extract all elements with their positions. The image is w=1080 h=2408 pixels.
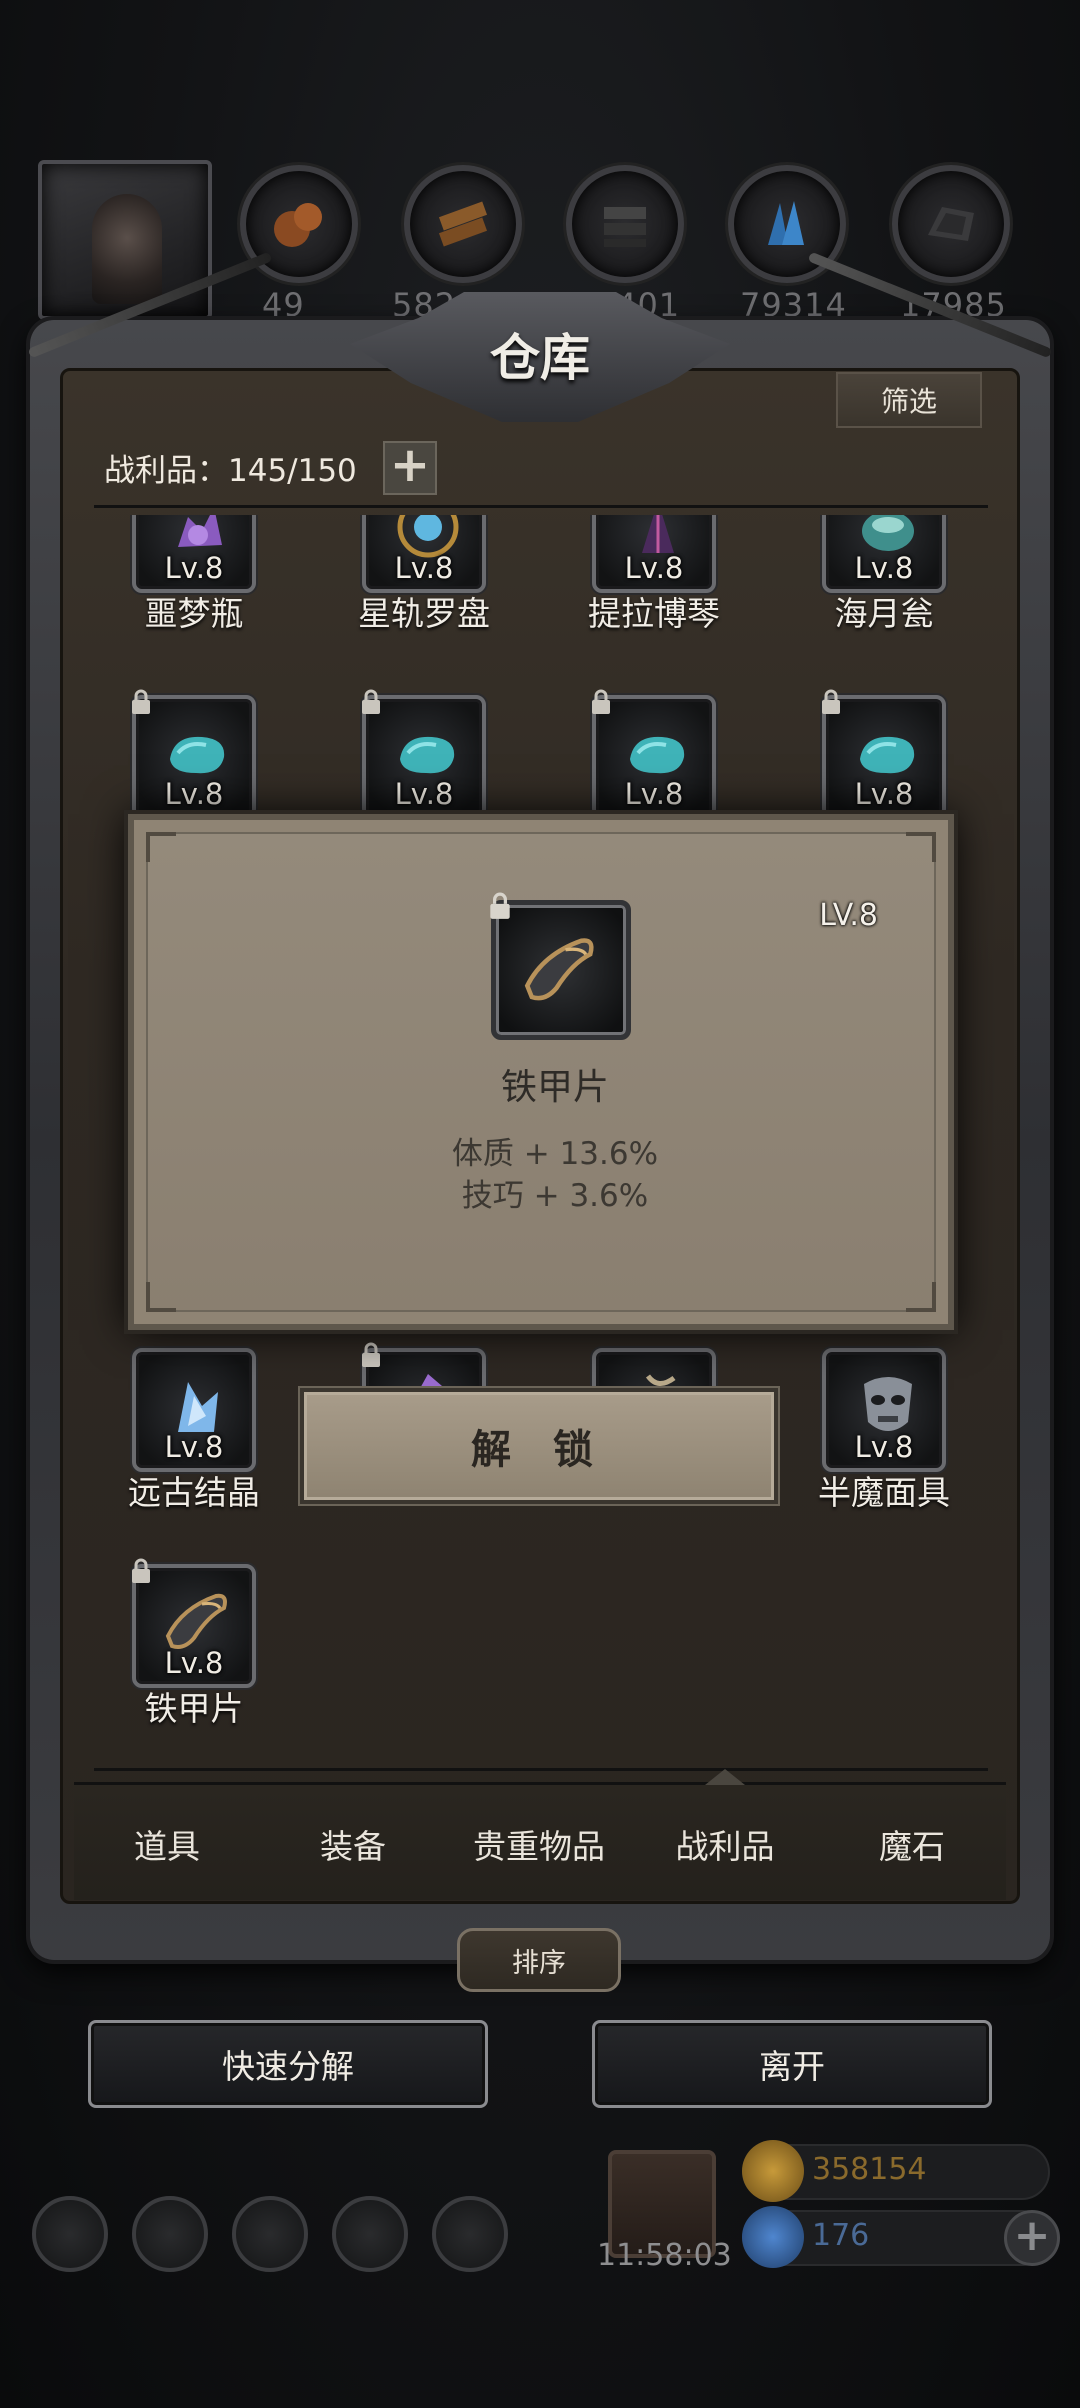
- lock-icon: [362, 1342, 380, 1367]
- item-level: Lv.8: [854, 551, 914, 585]
- mail-icon[interactable]: [332, 2196, 408, 2272]
- tooltip-stat: 技巧 + 3.6%: [461, 1178, 649, 1214]
- settings-icon[interactable]: [32, 2196, 108, 2272]
- item-card[interactable]: Lv.8 噩梦瓶: [94, 515, 294, 659]
- item-name: 星轨罗盘: [358, 594, 490, 633]
- item-name: 铁甲片: [144, 1689, 244, 1728]
- sort-button[interactable]: 排序: [457, 1928, 621, 1992]
- corner-ornament: [146, 832, 176, 862]
- tab-valuables[interactable]: 贵重物品: [446, 1785, 632, 1903]
- gift-timer: 11:58:03: [597, 2238, 732, 2273]
- tab-props[interactable]: 道具: [74, 1785, 260, 1903]
- item-level: Lv.8: [624, 777, 684, 811]
- item-level: Lv.8: [164, 1430, 224, 1464]
- capacity-label: 战利品：145/150: [104, 453, 357, 489]
- tab-magic-stones[interactable]: 魔石: [818, 1785, 1006, 1903]
- lock-icon: [592, 689, 610, 714]
- item-card[interactable]: Lv.8 半魔面具: [784, 1348, 984, 1538]
- item-level: Lv.8: [164, 1646, 224, 1680]
- lock-icon: [132, 1558, 150, 1583]
- gold-value: 358154: [812, 2152, 927, 2187]
- lock-icon: [822, 689, 840, 714]
- hero-face: [92, 194, 162, 304]
- tooltip-panel: LV.8 铁甲片 体质 + 13.6% 技巧 + 3.6%: [146, 832, 936, 1312]
- item-card[interactable]: Lv.8 星轨罗盘: [324, 515, 524, 659]
- hero-portrait[interactable]: [38, 160, 212, 320]
- item-level: Lv.8: [624, 551, 684, 585]
- item-level: Lv.8: [164, 777, 224, 811]
- item-tooltip: LV.8 铁甲片 体质 + 13.6% 技巧 + 3.6%: [128, 814, 954, 1330]
- tooltip-item-slot: [491, 900, 631, 1040]
- unlock-button[interactable]: 解 锁: [300, 1388, 778, 1504]
- gem-icon: [742, 2206, 804, 2268]
- codex-icon[interactable]: [232, 2196, 308, 2272]
- item-card[interactable]: Lv.8 海月瓮: [784, 515, 984, 659]
- item-card[interactable]: Lv.8 铁甲片: [94, 1558, 294, 1754]
- iron-icon[interactable]: [566, 165, 684, 283]
- divider: [94, 505, 988, 508]
- forge-icon[interactable]: [432, 2196, 508, 2272]
- item-level: Lv.8: [394, 551, 454, 585]
- item-name: 噩梦瓶: [144, 594, 244, 633]
- item-level: Lv.8: [854, 777, 914, 811]
- lock-icon: [362, 689, 380, 714]
- category-tabs: 道具 装备 贵重物品 战利品 魔石: [74, 1769, 1006, 1903]
- tooltip-item-name: 铁甲片: [500, 1067, 609, 1108]
- tooltip-level: LV.8: [819, 898, 878, 933]
- armor-plate-icon: [524, 938, 594, 1001]
- item-card[interactable]: Lv.8 远古结晶: [94, 1348, 294, 1538]
- item-name: 半魔面具: [818, 1473, 950, 1512]
- add-gems-button[interactable]: +: [1004, 2210, 1060, 2266]
- gold-coin-icon: [742, 2140, 804, 2202]
- tooltip-stat: 体质 + 13.6%: [451, 1136, 659, 1172]
- quick-decompose-button[interactable]: 快速分解: [88, 2020, 488, 2108]
- lock-icon: [490, 892, 510, 919]
- wood-icon[interactable]: [404, 165, 522, 283]
- item-level: Lv.8: [394, 777, 454, 811]
- leave-button[interactable]: 离开: [592, 2020, 992, 2108]
- tab-equipment[interactable]: 装备: [260, 1785, 446, 1903]
- ore-icon[interactable]: [892, 165, 1010, 283]
- item-level: Lv.8: [854, 1430, 914, 1464]
- corner-ornament: [146, 1282, 176, 1312]
- item-card[interactable]: Lv.8 提拉博琴: [554, 515, 754, 659]
- tab-trophies[interactable]: 战利品: [632, 1769, 818, 1903]
- add-capacity-button[interactable]: +: [383, 441, 437, 495]
- corner-ornament: [906, 1282, 936, 1312]
- filter-button[interactable]: 筛选: [836, 372, 982, 428]
- item-name: 提拉博琴: [588, 594, 720, 633]
- corner-ornament: [906, 832, 936, 862]
- item-name: 远古结晶: [128, 1473, 260, 1512]
- achievement-icon[interactable]: [132, 2196, 208, 2272]
- lock-icon: [132, 689, 150, 714]
- item-level: Lv.8: [164, 551, 224, 585]
- gem-value: 176: [812, 2218, 870, 2253]
- item-name: 海月瓮: [834, 594, 934, 633]
- divider: [94, 1768, 988, 1771]
